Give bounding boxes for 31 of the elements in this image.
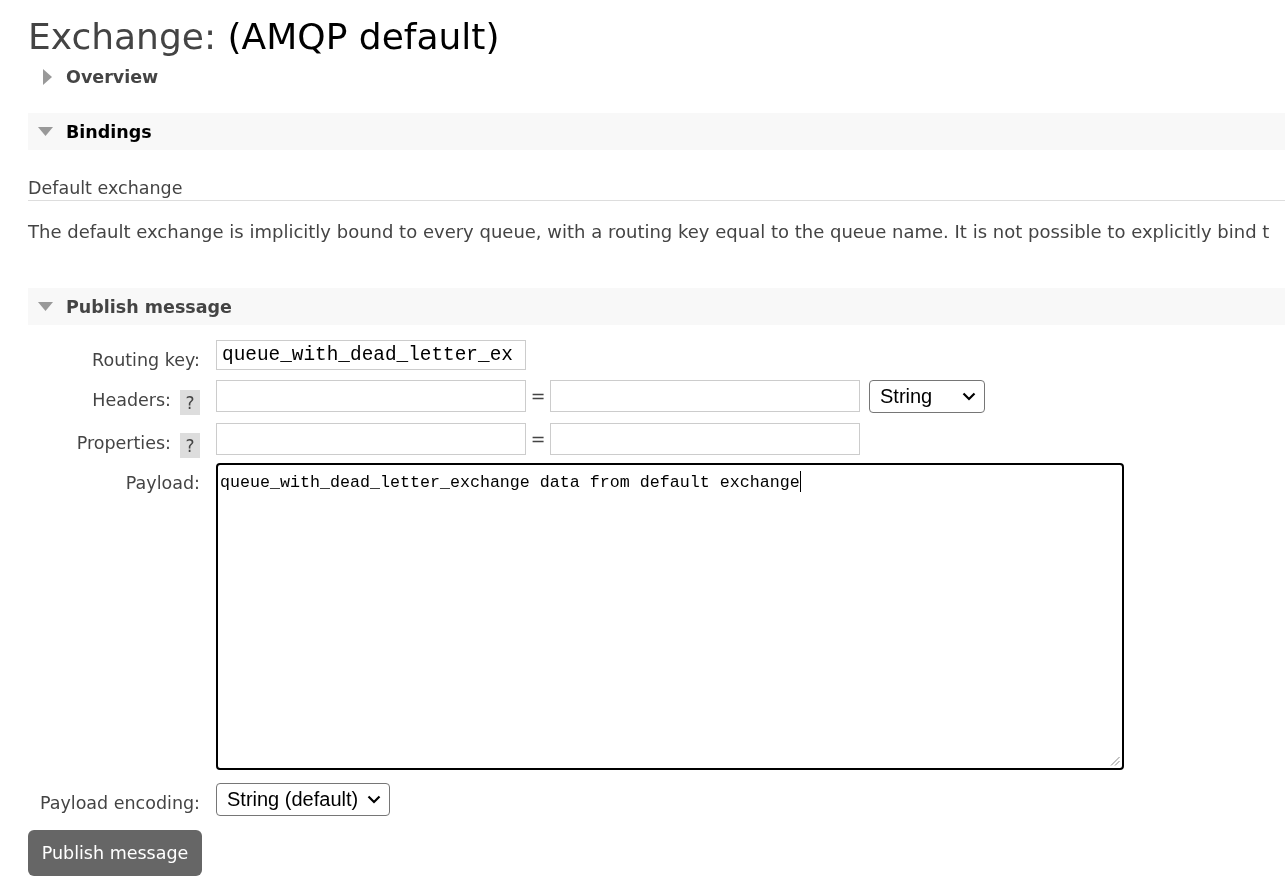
description-text: The default exchange is implicitly bound to every queue, with a routing key equal to the queue name. It is not possible to explicitly bind t <box>28 221 1271 243</box>
chevron-down-icon <box>962 392 976 401</box>
input-field[interactable] <box>550 380 860 412</box>
text-cursor-icon <box>799 471 801 492</box>
encoding-select[interactable]: String (default) <box>216 783 390 816</box>
publish-button[interactable]: Publish message <box>28 830 202 876</box>
page-title: Exchange: <box>28 15 217 59</box>
type-select[interactable]: String <box>869 380 985 413</box>
payload-textarea[interactable]: queue_with_dead_letter_exchange data from default exchange <box>216 463 1124 770</box>
input-field[interactable] <box>216 380 526 412</box>
caret-down-icon <box>38 302 53 311</box>
section-header[interactable]: Publish message <box>28 288 1285 325</box>
section-header[interactable]: Bindings <box>28 113 1285 150</box>
equals-sign: = <box>529 385 547 408</box>
input-field[interactable] <box>216 423 526 455</box>
routing-key-input[interactable]: queue_with_dead_letter_ex <box>216 340 526 370</box>
chevron-down-icon <box>367 795 381 804</box>
help-button[interactable]: ? <box>180 433 200 458</box>
field-label: Payload encoding: <box>39 792 200 813</box>
field-label: Routing key: <box>92 349 200 370</box>
exchange-name: (AMQP default) <box>227 15 500 59</box>
caret-right-icon <box>43 69 52 85</box>
field-label: Headers: <box>92 389 171 410</box>
input-field[interactable] <box>550 423 860 455</box>
caret-down-icon <box>38 127 53 136</box>
subsection-title: Default exchange <box>28 176 1285 201</box>
help-button[interactable]: ? <box>180 390 200 415</box>
equals-sign: = <box>529 428 547 451</box>
resize-grip-icon[interactable] <box>1110 756 1120 766</box>
field-label: Payload: <box>125 472 200 493</box>
field-label: Properties: <box>76 432 171 453</box>
